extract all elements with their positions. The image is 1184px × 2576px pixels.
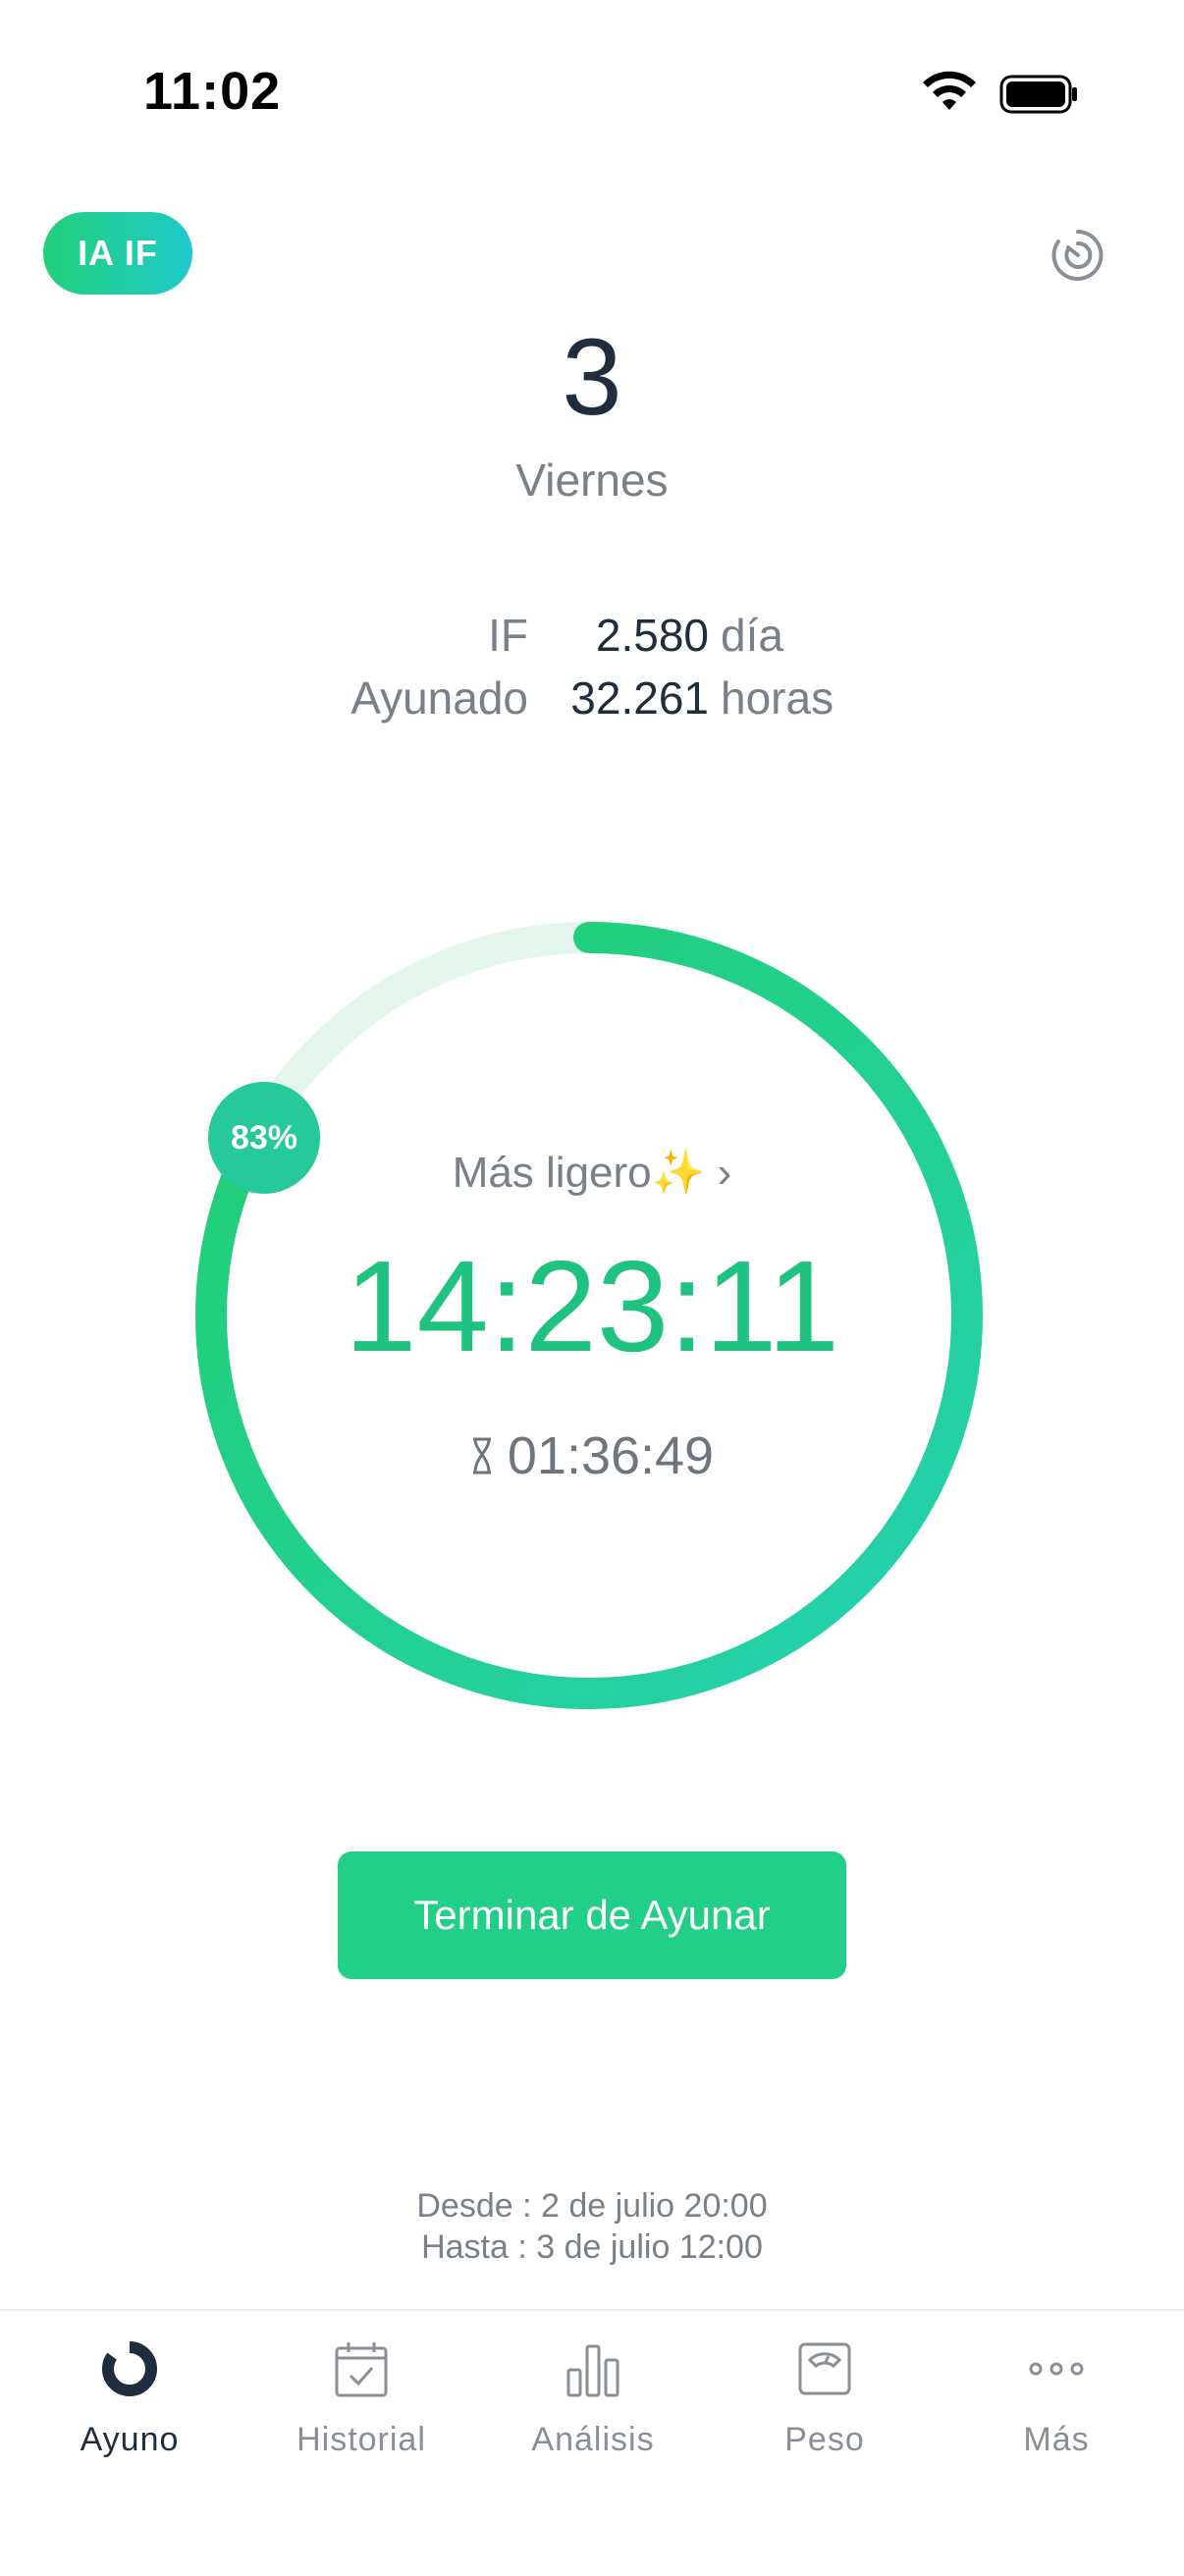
tab-analysis[interactable]: Análisis — [477, 2334, 709, 2459]
ai-if-button[interactable]: IA IF — [43, 212, 192, 295]
tab-weight[interactable]: Peso — [709, 2334, 941, 2459]
stat-unit: día — [721, 610, 783, 661]
battery-icon — [999, 75, 1077, 114]
stage-link[interactable]: Más ligero✨ › — [0, 1147, 1184, 1198]
bar-chart-icon — [566, 2344, 619, 2397]
stat-unit: horas — [721, 672, 834, 724]
stat-label: IF — [488, 610, 528, 661]
wifi-icon — [923, 71, 976, 110]
scale-icon — [798, 2342, 851, 2395]
tab-label: Análisis — [531, 2421, 655, 2458]
stat-row-fasted: Ayunado 32.261 horas — [0, 671, 1184, 730]
stat-value: 32.261 — [570, 672, 709, 724]
tab-fasting[interactable]: Ayuno — [14, 2334, 245, 2459]
tab-label: Historial — [296, 2421, 426, 2458]
stat-label: Ayunado — [350, 672, 528, 724]
remaining-value: 01:36:49 — [507, 1426, 715, 1485]
calendar-check-icon — [335, 2342, 388, 2397]
fasting-ring-icon — [102, 2340, 157, 2396]
elapsed-timer: 14:23:11 — [344, 1234, 840, 1378]
day-number: 3 — [562, 317, 622, 438]
end-fast-button[interactable]: Terminar de Ayunar — [338, 1852, 846, 1979]
hourglass-icon — [472, 1437, 491, 1475]
tab-label: Más — [1023, 2421, 1090, 2458]
tab-label: Peso — [784, 2421, 865, 2458]
timer-history-icon[interactable] — [1047, 224, 1109, 287]
tab-more[interactable]: Más — [941, 2334, 1172, 2459]
bottom-tab-bar: Ayuno Historial Análisis Peso Más — [0, 2309, 1184, 2576]
more-dots-icon — [1029, 2362, 1084, 2376]
range-to: Hasta : 3 de julio 12:00 — [421, 2228, 763, 2266]
status-time: 11:02 — [143, 62, 282, 121]
tab-label: Ayuno — [80, 2421, 180, 2458]
day-name: Viernes — [515, 455, 669, 506]
remaining-timer: 01:36:49 — [0, 1425, 1184, 1486]
stat-value: 2.580 — [595, 610, 709, 661]
tab-history[interactable]: Historial — [245, 2334, 477, 2459]
range-from: Desde : 2 de julio 20:00 — [416, 2187, 768, 2225]
stat-row-if: IF 2.580 día — [0, 609, 1184, 668]
